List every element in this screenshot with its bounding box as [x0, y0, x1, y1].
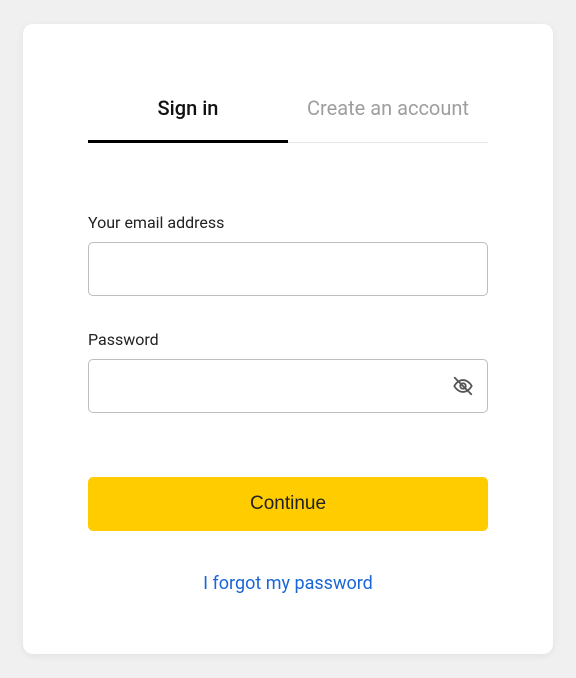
email-input[interactable] — [88, 242, 488, 296]
password-label: Password — [88, 330, 488, 349]
tab-create-account[interactable]: Create an account — [288, 96, 488, 142]
forgot-password-link[interactable]: I forgot my password — [88, 573, 488, 594]
eye-off-icon[interactable] — [452, 375, 474, 397]
tab-sign-in[interactable]: Sign in — [88, 96, 288, 142]
password-field-group: Password — [88, 330, 488, 413]
auth-card: Sign in Create an account Your email add… — [23, 24, 553, 654]
password-input[interactable] — [88, 359, 488, 413]
auth-tabs: Sign in Create an account — [88, 96, 488, 143]
continue-button[interactable]: Continue — [88, 477, 488, 531]
email-label: Your email address — [88, 213, 488, 232]
email-field-group: Your email address — [88, 213, 488, 296]
